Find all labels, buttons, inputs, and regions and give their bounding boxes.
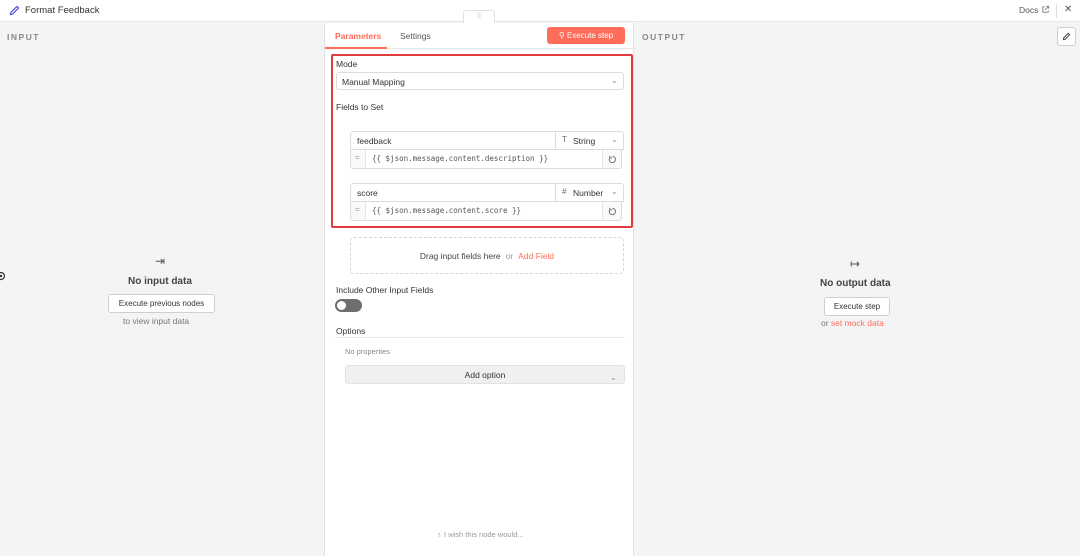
feedback-link[interactable]: ♁ I wish this node would...	[325, 530, 635, 539]
field-name-input[interactable]: feedback	[357, 136, 392, 146]
field-name-input[interactable]: score	[357, 188, 378, 198]
flask-icon: ⚲	[558, 31, 567, 40]
execute-step-button[interactable]: ⚲ Execute step	[547, 27, 625, 44]
number-type-icon: #	[562, 187, 567, 196]
top-bar: Format Feedback Docs ✕	[0, 0, 1080, 22]
drop-zone-text: Drag input fields here	[419, 251, 501, 261]
chevron-down-icon: ⌄	[611, 76, 618, 85]
field-assignment: score # Number ⌄ = {{ $json.message.cont…	[350, 183, 624, 223]
field-value-row: = {{ $json.message.content.description }…	[350, 150, 622, 169]
include-other-fields-label: Include Other Input Fields	[336, 285, 434, 295]
docs-link[interactable]: Docs	[1019, 5, 1038, 15]
options-label: Options	[336, 326, 366, 336]
input-panel-label: INPUT	[7, 32, 40, 42]
drag-handle[interactable]: ⁞⁞	[463, 10, 495, 23]
field-assignment: feedback T String ⌄ = {{ $json.message.c…	[350, 131, 624, 171]
drop-zone-or: or	[505, 251, 514, 261]
lightbulb-icon: ♁	[436, 530, 445, 539]
tab-parameters[interactable]: Parameters	[335, 31, 381, 41]
field-name-row: score # Number ⌄	[350, 183, 624, 202]
toggle-knob	[337, 301, 346, 310]
expression-text: {{ $json.message.content.score }}	[372, 206, 522, 215]
input-panel: INPUT ⇥ No input data Execute previous n…	[0, 23, 323, 556]
execute-previous-nodes-button[interactable]: Execute previous nodes	[108, 294, 215, 313]
mode-select-value: Manual Mapping	[342, 77, 405, 87]
node-title[interactable]: Format Feedback	[25, 5, 99, 16]
field-type-select[interactable]: # Number ⌄	[555, 183, 624, 202]
mode-label: Mode	[336, 59, 358, 69]
expression-text: {{ $json.message.content.description }}	[372, 154, 549, 163]
output-panel: OUTPUT ↦ No output data Execute step or …	[635, 23, 1080, 556]
tab-bar: Parameters Settings ⚲ Execute step	[325, 23, 635, 49]
chevron-down-icon: ⌄	[610, 373, 617, 382]
arrow-right-to-line-icon: ↦	[850, 257, 861, 271]
options-divider	[335, 337, 625, 338]
text-type-icon: T	[562, 135, 567, 144]
equals-icon: =	[355, 205, 360, 214]
arrow-to-right-icon: ⇥	[155, 254, 166, 268]
field-type-value: String	[573, 136, 596, 146]
parameters-panel: Parameters Settings ⚲ Execute step Mode …	[324, 23, 635, 556]
chevron-down-icon: ⌄	[611, 187, 618, 196]
include-other-fields-toggle[interactable]	[335, 299, 362, 312]
field-type-select[interactable]: T String ⌄	[555, 131, 624, 150]
execute-step-output-button[interactable]: Execute step	[824, 297, 890, 316]
output-empty-title: No output data	[820, 278, 891, 289]
add-field-link[interactable]: Add Field	[518, 251, 554, 261]
expression-input[interactable]: {{ $json.message.content.score }}	[365, 202, 603, 220]
header-divider	[1056, 4, 1057, 18]
add-option-button[interactable]: Add option ⌄	[345, 365, 625, 384]
no-properties-text: No properties	[345, 347, 391, 356]
field-value-row: = {{ $json.message.content.score }}	[350, 202, 622, 221]
external-link-icon[interactable]	[1041, 5, 1050, 14]
chevron-down-icon: ⌄	[611, 135, 618, 144]
output-empty-subtext: or set mock data	[821, 318, 884, 328]
connection-icon[interactable]	[0, 270, 7, 282]
set-mock-data-link[interactable]: set mock data	[831, 318, 884, 328]
open-expression-icon[interactable]	[608, 207, 617, 216]
fields-to-set-label: Fields to Set	[336, 102, 384, 112]
input-empty-subtext: to view input data	[123, 316, 190, 326]
output-panel-label: OUTPUT	[642, 32, 686, 42]
field-name-row: feedback T String ⌄	[350, 131, 624, 150]
drop-zone[interactable]: Drag input fields here or Add Field	[350, 237, 624, 274]
input-empty-title: No input data	[128, 276, 192, 287]
feedback-link-text: I wish this node would...	[444, 530, 524, 539]
mode-select[interactable]: Manual Mapping ⌄	[336, 72, 624, 90]
active-tab-indicator	[325, 47, 387, 49]
field-type-value: Number	[573, 188, 603, 198]
execute-step-label: Execute step	[566, 31, 614, 40]
open-expression-icon[interactable]	[608, 155, 617, 164]
tab-settings[interactable]: Settings	[400, 31, 431, 41]
expression-input[interactable]: {{ $json.message.content.description }}	[365, 150, 603, 168]
close-icon[interactable]: ✕	[1064, 4, 1072, 15]
pencil-icon[interactable]	[8, 4, 21, 17]
edit-output-icon[interactable]	[1057, 27, 1076, 46]
output-sub-prefix: or	[821, 318, 831, 328]
add-option-label: Add option	[464, 370, 506, 380]
equals-icon: =	[355, 153, 360, 162]
